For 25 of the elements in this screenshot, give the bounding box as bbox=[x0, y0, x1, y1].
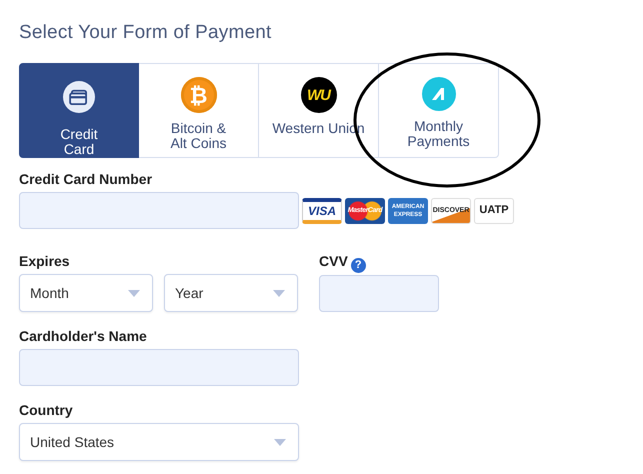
payment-method-tab[interactable]: Credit Card bbox=[19, 63, 139, 158]
cvv-field[interactable] bbox=[319, 275, 439, 312]
western-union-icon: WU bbox=[300, 77, 336, 113]
caret-icon bbox=[274, 438, 286, 446]
caret-icon bbox=[273, 290, 285, 296]
arrow-logo-icon bbox=[422, 77, 456, 111]
country-dropdown[interactable]: United States bbox=[19, 423, 299, 461]
bitcoin-icon: ₿ bbox=[180, 77, 216, 113]
uatp-logo: UATP bbox=[474, 198, 514, 224]
caret-icon bbox=[128, 290, 140, 296]
field-label: CVV bbox=[319, 253, 348, 269]
page-title: Select Your Form of Payment bbox=[19, 21, 273, 45]
visa-logo: VISA bbox=[302, 198, 342, 224]
payment-method-tab[interactable]: Monthly Payments bbox=[379, 63, 499, 158]
credit-card-icon bbox=[61, 81, 97, 113]
field-label: Country bbox=[19, 402, 74, 418]
help-icon[interactable]: ? bbox=[350, 258, 366, 273]
field-label: Expires bbox=[19, 253, 71, 269]
cardholder-name-field[interactable] bbox=[19, 349, 299, 386]
year-dropdown[interactable]: Year bbox=[164, 274, 298, 312]
month-dropdown[interactable]: Month bbox=[19, 274, 153, 312]
field-label: Credit Card Number bbox=[19, 171, 154, 187]
payment-method-tab[interactable]: ₿ Bitcoin & Alt Coins bbox=[139, 63, 259, 158]
field-label: Cardholder's Name bbox=[19, 328, 148, 344]
card-number-field[interactable] bbox=[19, 192, 299, 229]
